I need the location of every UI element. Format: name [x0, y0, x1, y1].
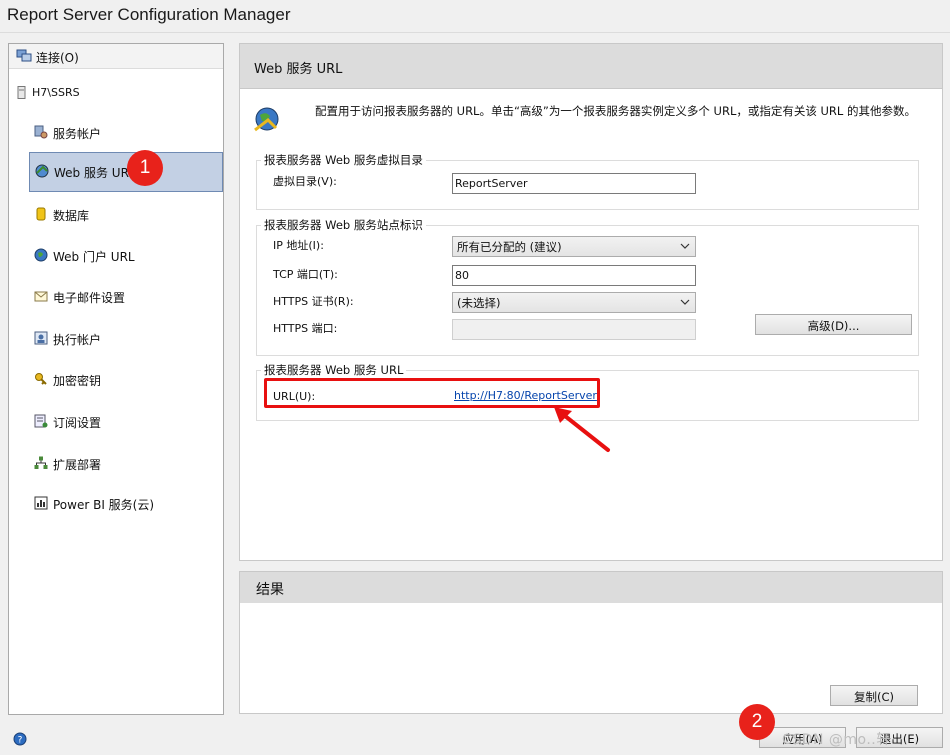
title-bar: Report Server Configuration Manager	[0, 0, 950, 33]
window-title: Report Server Configuration Manager	[7, 5, 291, 24]
sidebar-item-label: Web 服务 URL	[54, 166, 136, 180]
sidebar-item-label: 电子邮件设置	[53, 291, 126, 305]
step-badge-2: 2	[739, 704, 775, 740]
sidebar-item-service-account[interactable]: 服务帐户	[29, 114, 223, 152]
sidebar-item-label: 订阅设置	[53, 416, 102, 430]
sidebar: 连接(O) H7\SSRS 服务帐户 Web 服务 URL 数据库 Web 门户…	[8, 43, 224, 715]
sidebar-item-encryption-keys[interactable]: 加密密钥	[29, 361, 223, 399]
sidebar-item-label: Power BI 服务(云)	[53, 498, 155, 512]
web-service-url-panel: Web 服务 URL 配置用于访问报表服务器的 URL。单击“高级”为一个报表服…	[239, 43, 943, 561]
sidebar-item-database[interactable]: 数据库	[29, 196, 223, 234]
server-icon	[17, 86, 26, 99]
connect-button[interactable]: 连接(O)	[9, 44, 223, 69]
page-title: Web 服务 URL	[254, 62, 343, 77]
copy-button[interactable]: 复制(C)	[830, 685, 918, 706]
https-port-input	[452, 319, 696, 340]
sidebar-item-subscription-settings[interactable]: 订阅设置	[29, 403, 223, 441]
tcp-port-label: TCP 端口(T):	[273, 268, 338, 281]
virtual-directory-input[interactable]: ReportServer	[452, 173, 696, 194]
scale-out-icon	[34, 456, 48, 469]
sidebar-item-label: 加密密钥	[53, 374, 102, 388]
power-bi-icon	[34, 496, 48, 510]
sidebar-item-label: 扩展部署	[53, 458, 102, 472]
tcp-port-input[interactable]: 80	[452, 265, 696, 286]
sidebar-item-label: 执行帐户	[53, 333, 102, 347]
virtual-directory-label: 虚拟目录(V):	[273, 175, 337, 188]
ip-address-select[interactable]: 所有已分配的 (建议)	[452, 236, 696, 257]
result-title: 结果	[256, 582, 284, 598]
panel-header: Web 服务 URL	[240, 44, 942, 89]
service-account-icon	[34, 125, 48, 139]
watermark: CSDN @mo..轩	[782, 732, 891, 748]
connect-label: 连接(O)	[36, 51, 79, 65]
virtual-directory-legend: 报表服务器 Web 服务虚拟目录	[264, 153, 423, 167]
sidebar-item-email-settings[interactable]: 电子邮件设置	[29, 278, 223, 316]
https-port-label: HTTPS 端口:	[273, 322, 338, 335]
chevron-down-icon	[680, 299, 690, 305]
https-certificate-value: (未选择)	[457, 296, 501, 310]
result-header: 结果	[240, 572, 942, 603]
web-service-url-icon	[35, 164, 49, 178]
panel-description: 配置用于访问报表服务器的 URL。单击“高级”为一个报表服务器实例定义多个 UR…	[315, 104, 916, 118]
sidebar-item-scale-out-deployment[interactable]: 扩展部署	[29, 445, 223, 483]
sidebar-item-web-service-url[interactable]: Web 服务 URL	[29, 152, 223, 192]
ip-address-value: 所有已分配的 (建议)	[457, 240, 562, 254]
connect-icon	[16, 49, 32, 62]
result-panel: 结果 复制(C)	[239, 571, 943, 714]
sidebar-item-power-bi[interactable]: Power BI 服务(云)	[29, 485, 223, 523]
key-icon	[35, 373, 47, 385]
execution-account-icon	[34, 331, 48, 345]
sidebar-item-label: 数据库	[53, 209, 90, 223]
chevron-down-icon	[680, 243, 690, 249]
help-icon[interactable]: ?	[13, 732, 27, 746]
sidebar-item-execution-account[interactable]: 执行帐户	[29, 320, 223, 358]
sidebar-item-label: 服务帐户	[53, 127, 102, 141]
step-badge-1: 1	[127, 150, 163, 186]
https-certificate-select[interactable]: (未选择)	[452, 292, 696, 313]
sidebar-item-web-portal-url[interactable]: Web 门户 URL	[29, 237, 223, 275]
ip-address-label: IP 地址(I):	[273, 239, 324, 252]
server-name: H7\SSRS	[32, 86, 80, 99]
site-identification-legend: 报表服务器 Web 服务站点标识	[264, 218, 423, 232]
red-arrow	[554, 407, 610, 452]
subscription-icon	[34, 414, 48, 428]
advanced-button[interactable]: 高级(D)...	[755, 314, 912, 335]
database-icon	[36, 207, 46, 221]
globe-icon	[34, 248, 48, 262]
https-certificate-label: HTTPS 证书(R):	[273, 295, 354, 308]
sidebar-item-label: Web 门户 URL	[53, 250, 135, 264]
web-service-url-legend: 报表服务器 Web 服务 URL	[264, 363, 404, 377]
email-icon	[34, 291, 48, 302]
svg-text:?: ?	[18, 736, 23, 746]
web-globe-icon	[254, 107, 279, 132]
